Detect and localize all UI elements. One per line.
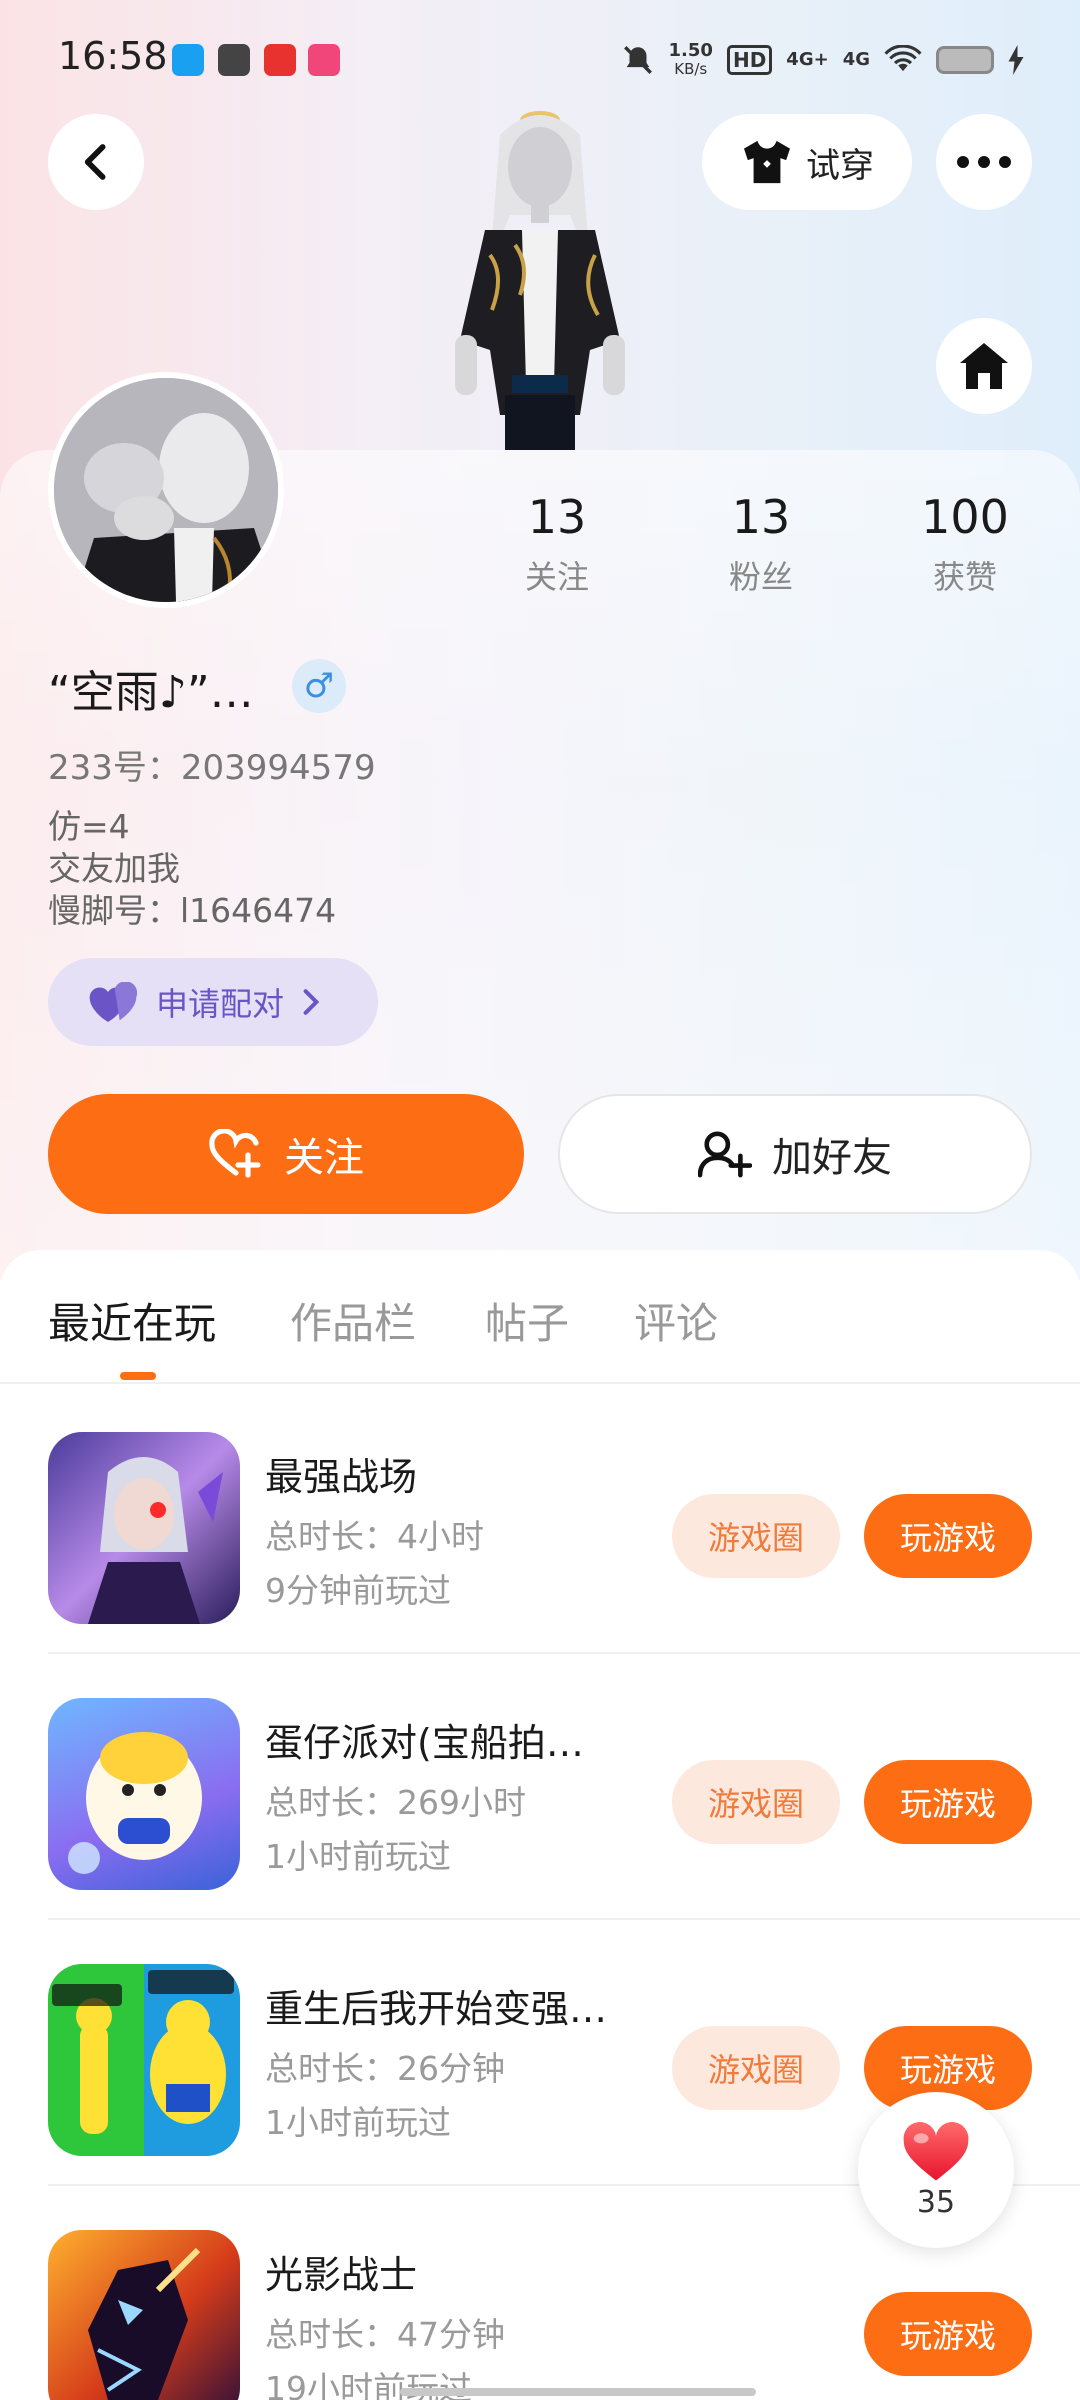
play-game-button[interactable]: 玩游戏 [864, 1760, 1032, 1844]
battery-icon [936, 46, 994, 74]
network-speed-value: 1.50 [668, 40, 713, 61]
stat-likes-label: 获赞 [932, 558, 997, 596]
game-circle-button[interactable]: 游戏圈 [672, 2026, 840, 2110]
status-indicators: 1.50 KB/s HD 4G+ 4G [621, 34, 1024, 86]
profile-avatar[interactable] [48, 372, 284, 608]
request-pair-button[interactable]: 申请配对 [48, 958, 378, 1046]
game-list-item[interactable]: 蛋仔派对(宝船拍… 总时长：269小时 1小时前玩过 游戏圈 玩游戏 [0, 1654, 1080, 1920]
game-icon [48, 2230, 240, 2400]
like-fab-button[interactable]: 35 [858, 2092, 1014, 2248]
game-list-item[interactable]: 最强战场 总时长：4小时 9分钟前玩过 游戏圈 玩游戏 [0, 1388, 1080, 1654]
home-icon [960, 343, 1008, 389]
add-friend-button[interactable]: 加好友 [558, 1094, 1032, 1214]
tab-comments[interactable]: 评论 [634, 1290, 718, 1351]
profile-uid: 233号：203994579 [48, 748, 376, 788]
game-title: 光影战士 [265, 2253, 418, 2297]
game-last-played: 1小时前玩过 [265, 1837, 451, 1876]
tab-works[interactable]: 作品栏 [290, 1290, 416, 1351]
male-gender-icon: ♂ [292, 659, 346, 713]
back-button[interactable] [48, 114, 144, 210]
stat-likes[interactable]: 100 获赞 [885, 490, 1045, 598]
game-icon [48, 1698, 240, 1890]
tshirt-icon [744, 140, 790, 184]
more-dots-icon [957, 156, 1011, 168]
profile-tabs: 最近在玩 作品栏 帖子 评论 [0, 1250, 1080, 1382]
back-arrow-icon [84, 144, 106, 180]
heart-icon [903, 2121, 969, 2181]
game-circle-button[interactable]: 游戏圈 [672, 1494, 840, 1578]
follow-button[interactable]: 关注 [48, 1094, 524, 1214]
status-app-icon [308, 44, 340, 76]
try-on-label: 试穿 [806, 145, 874, 186]
avatar-image [54, 378, 278, 602]
stat-following-value: 13 [527, 490, 587, 544]
chevron-right-icon [303, 989, 320, 1015]
bio-line: 仿=4 [48, 807, 130, 846]
game-last-played: 1小时前玩过 [265, 2103, 451, 2142]
network-speed: 1.50 KB/s [668, 40, 713, 79]
add-friend-label: 加好友 [772, 1135, 892, 1181]
tab-posts[interactable]: 帖子 [485, 1290, 569, 1351]
stat-followers-value: 13 [731, 490, 791, 544]
more-button[interactable] [936, 114, 1032, 210]
home-button[interactable] [936, 318, 1032, 414]
game-duration: 总时长：47分钟 [265, 2315, 505, 2354]
tab-recently-played[interactable]: 最近在玩 [48, 1290, 216, 1351]
add-user-icon [698, 1131, 752, 1178]
game-title: 蛋仔派对(宝船拍… [265, 1721, 584, 1765]
hd-badge: HD [726, 45, 773, 75]
game-circle-button[interactable]: 游戏圈 [672, 1760, 840, 1844]
game-duration: 总时长：4小时 [265, 1517, 484, 1556]
request-pair-label: 申请配对 [156, 985, 285, 1023]
game-icon [48, 1432, 240, 1624]
stat-following-label: 关注 [524, 558, 589, 596]
stat-likes-value: 100 [921, 490, 1009, 544]
heart-pair-icon [89, 982, 138, 1022]
status-app-icon [264, 44, 296, 76]
heart-plus-icon [209, 1129, 261, 1178]
stat-following[interactable]: 13 关注 [477, 490, 637, 598]
mute-icon [623, 46, 652, 74]
play-game-button[interactable]: 玩游戏 [864, 2292, 1032, 2376]
game-last-played: 9分钟前玩过 [265, 1571, 451, 1610]
signal-4g-plus: 4G+ [786, 49, 829, 70]
status-app-icon [172, 44, 204, 76]
bio-line: 交友加我 [48, 849, 180, 888]
status-time: 16:58 [58, 34, 168, 78]
charging-icon [1008, 45, 1024, 75]
game-duration: 总时长：269小时 [265, 1783, 526, 1822]
profile-name: “空雨♪”… [48, 667, 254, 718]
play-game-button[interactable]: 玩游戏 [864, 1494, 1032, 1578]
signal-4g: 4G [842, 49, 870, 70]
active-tab-indicator [120, 1372, 156, 1380]
wifi-icon [884, 45, 922, 72]
try-on-button[interactable]: 试穿 [702, 114, 912, 210]
game-duration: 总时长：26分钟 [265, 2049, 505, 2088]
network-speed-unit: KB/s [674, 60, 708, 78]
stat-followers[interactable]: 13 粉丝 [681, 490, 841, 598]
bio-line: 慢脚号：l1646474 [48, 891, 337, 930]
like-count: 35 [916, 2184, 956, 2220]
follow-label: 关注 [284, 1135, 364, 1181]
character-3d-avatar[interactable] [430, 95, 650, 450]
stat-followers-label: 粉丝 [728, 558, 793, 596]
game-title: 最强战场 [265, 1455, 418, 1499]
status-app-icon [218, 44, 250, 76]
tabs-divider [0, 1382, 1080, 1384]
game-icon [48, 1964, 240, 2156]
profile-bio: 仿=4 交友加我 慢脚号：l1646474 [48, 806, 336, 932]
game-title: 重生后我开始变强… [265, 1987, 608, 2031]
home-indicator-bar[interactable] [400, 2388, 756, 2396]
